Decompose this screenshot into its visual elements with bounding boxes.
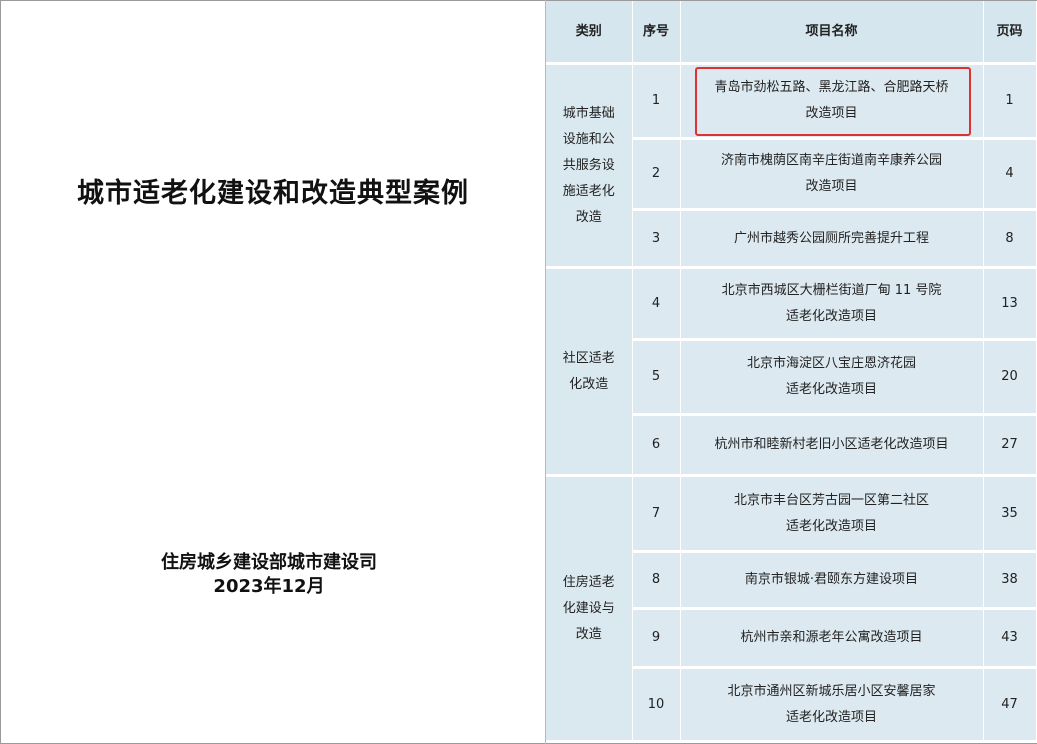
- name-cell[interactable]: 北京市通州区新城乐居小区安馨居家 适老化改造项目: [680, 667, 984, 743]
- name-cell[interactable]: 济南市槐荫区南辛庄街道南辛康养公园 改造项目: [680, 138, 984, 211]
- seq-cell: 4: [632, 267, 681, 341]
- table-row[interactable]: 城市基础设施和公共服务设施适老化改造 1 青岛市劲松五路、黑龙江路、合肥路天桥 …: [546, 63, 1037, 269]
- page-cell: 47: [983, 667, 1037, 743]
- table-row[interactable]: 社区适老化改造 4 北京市西城区大栅栏街道厂甸 11 号院 适老化改造项目 13: [546, 267, 1037, 477]
- cover-page: 城市适老化建设和改造典型案例 住房城乡建设部城市建设司 2023年12月: [1, 1, 545, 743]
- name-line2: 适老化改造项目: [785, 709, 877, 725]
- name-line1: 杭州市亲和源老年公寓改造项目: [740, 630, 923, 645]
- name-cell[interactable]: 杭州市亲和源老年公寓改造项目: [680, 608, 984, 669]
- page-cell: 27: [983, 414, 1037, 477]
- name-line2: 改造项目: [805, 106, 858, 121]
- category-label: 住房适老化建设与改造: [562, 574, 615, 642]
- toc-page: 类别 序号 项目名称 页码 城市基础设施和公共服务设施适老化改造 1 青岛市劲松…: [546, 1, 1037, 743]
- seq-cell: 8: [632, 551, 681, 610]
- name-line1: 北京市西城区大栅栏街道厂甸 11 号院: [721, 282, 942, 298]
- page-cell: 4: [983, 138, 1037, 211]
- name-cell[interactable]: 北京市丰台区芳古园一区第二社区 适老化改造项目: [680, 475, 984, 553]
- header-category: 类别: [546, 1, 633, 65]
- name-line2: 适老化改造项目: [785, 308, 877, 324]
- seq-cell: 1: [632, 63, 681, 140]
- page-cell: 38: [983, 551, 1037, 610]
- name-cell[interactable]: 南京市银城·君颐东方建设项目: [680, 551, 984, 610]
- category-label: 社区适老化改造: [562, 350, 615, 392]
- category-cell: 住房适老化建设与改造: [546, 475, 633, 743]
- seq-cell: 6: [632, 414, 681, 477]
- category-label: 城市基础设施和公共服务设施适老化改造: [562, 105, 615, 225]
- page-cell: 13: [983, 267, 1037, 341]
- name-line1: 青岛市劲松五路、黑龙江路、合肥路天桥: [714, 80, 949, 95]
- document-title: 城市适老化建设和改造典型案例: [77, 178, 469, 209]
- name-cell[interactable]: 北京市西城区大栅栏街道厂甸 11 号院 适老化改造项目: [680, 267, 984, 341]
- name-line2: 改造项目: [805, 179, 858, 194]
- category-cell: 社区适老化改造: [546, 267, 633, 477]
- seq-cell: 3: [632, 209, 681, 269]
- name-cell[interactable]: 广州市越秀公园厕所完善提升工程: [680, 209, 984, 269]
- header-name: 项目名称: [680, 1, 984, 65]
- name-line1: 北京市海淀区八宝庄恩济花园: [746, 356, 916, 371]
- header-page: 页码: [983, 1, 1037, 65]
- page-cell: 35: [983, 475, 1037, 553]
- page-cell: 20: [983, 339, 1037, 416]
- publisher-name: 住房城乡建设部城市建设司: [161, 552, 377, 573]
- seq-cell: 10: [632, 667, 681, 743]
- name-line2: 适老化改造项目: [785, 518, 877, 534]
- name-line1: 济南市槐荫区南辛庄街道南辛康养公园: [720, 153, 942, 168]
- seq-cell: 7: [632, 475, 681, 553]
- toc-table: 类别 序号 项目名称 页码 城市基础设施和公共服务设施适老化改造 1 青岛市劲松…: [546, 1, 1037, 743]
- toc-header-row: 类别 序号 项目名称 页码: [546, 1, 1037, 65]
- publication-date: 2023年12月: [213, 576, 325, 597]
- name-cell[interactable]: 杭州市和睦新村老旧小区适老化改造项目: [680, 414, 984, 477]
- name-cell[interactable]: 青岛市劲松五路、黑龙江路、合肥路天桥 改造项目: [680, 63, 984, 140]
- name-cell[interactable]: 北京市海淀区八宝庄恩济花园 适老化改造项目: [680, 339, 984, 416]
- name-line2: 适老化改造项目: [785, 382, 877, 397]
- page-cell: 8: [983, 209, 1037, 269]
- name-line1: 北京市丰台区芳古园一区第二社区: [733, 492, 929, 508]
- table-row[interactable]: 住房适老化建设与改造 7 北京市丰台区芳古园一区第二社区 适老化改造项目 35: [546, 475, 1037, 743]
- page-cell: 43: [983, 608, 1037, 669]
- name-line1: 杭州市和睦新村老旧小区适老化改造项目: [714, 437, 949, 452]
- seq-cell: 2: [632, 138, 681, 211]
- name-line1: 广州市越秀公园厕所完善提升工程: [733, 230, 929, 246]
- name-line1: 北京市通州区新城乐居小区安馨居家: [727, 683, 936, 699]
- header-seq: 序号: [632, 1, 681, 65]
- page-cell: 1: [983, 63, 1037, 140]
- category-cell: 城市基础设施和公共服务设施适老化改造: [546, 63, 633, 269]
- seq-cell: 5: [632, 339, 681, 416]
- seq-cell: 9: [632, 608, 681, 669]
- name-line1: 南京市银城·君颐东方建设项目: [744, 572, 919, 587]
